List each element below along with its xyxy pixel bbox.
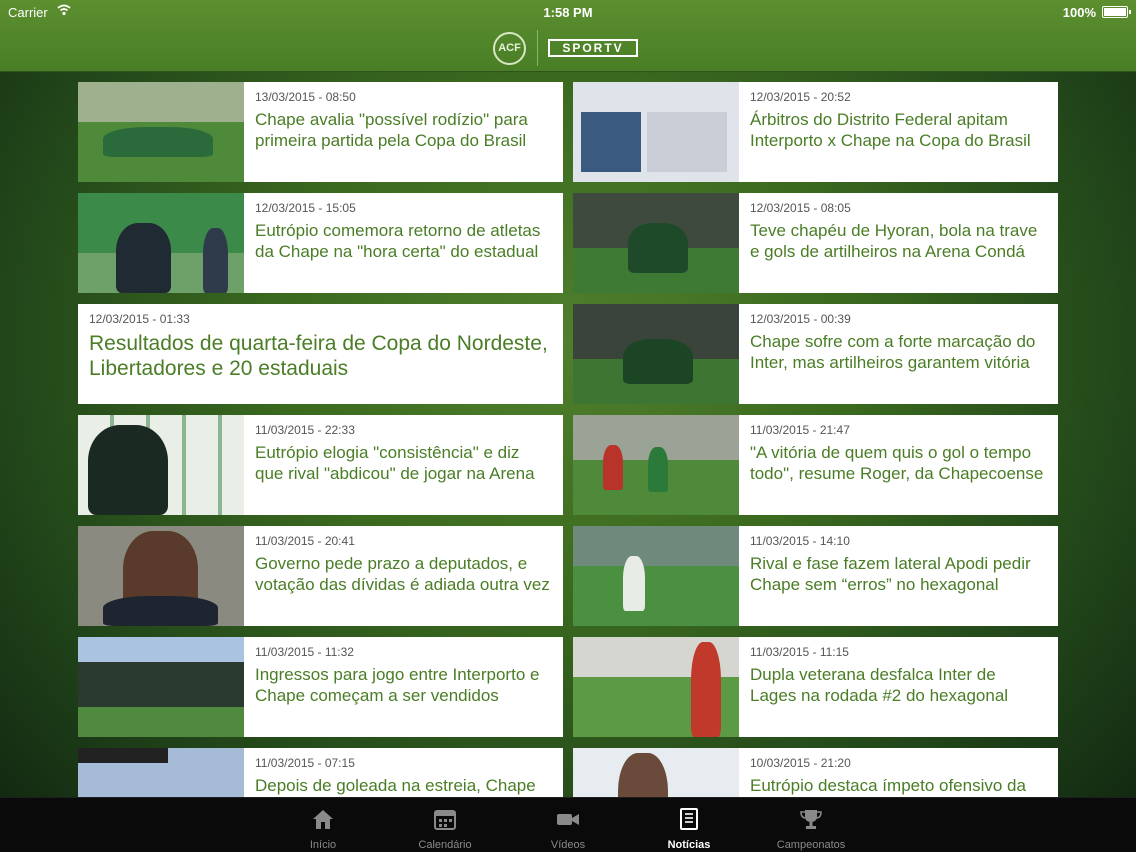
news-title: Eutrópio comemora retorno de atletas da … <box>255 221 541 261</box>
news-thumbnail <box>78 526 244 626</box>
tab-noticias[interactable]: Notícias <box>639 798 739 852</box>
tab-inicio[interactable]: Início <box>273 798 373 852</box>
news-title: Resultados de quarta-feira de Copa do No… <box>89 332 548 380</box>
news-date: 13/03/2015 - 08:50 <box>255 90 356 104</box>
tab-label: Início <box>309 839 337 851</box>
news-title: Teve chapéu de Hyoran, bola na trave e g… <box>750 221 1038 261</box>
news-title: Rival e fase fazem lateral Apodi pedir C… <box>750 554 1031 594</box>
news-thumbnail <box>573 193 739 293</box>
news-title: Chape sofre com a forte marcação do Inte… <box>750 332 1036 372</box>
news-title: Ingressos para jogo entre Interporto e C… <box>255 665 540 705</box>
news-card[interactable]: 11/03/2015 - 22:33 Eutrópio elogia "cons… <box>78 415 563 515</box>
news-title: Chape avalia "possível rodízio" para pri… <box>255 110 528 150</box>
news-card[interactable]: 11/03/2015 - 14:10 Rival e fase fazem la… <box>573 526 1058 626</box>
news-card[interactable]: 12/03/2015 - 15:05 Eutrópio comemora ret… <box>78 193 563 293</box>
header-divider <box>537 30 538 66</box>
news-card[interactable]: 13/03/2015 - 08:50 Chape avalia "possíve… <box>78 82 563 182</box>
news-thumbnail <box>573 637 739 737</box>
news-date: 12/03/2015 - 15:05 <box>255 201 356 215</box>
news-title: Dupla veterana desfalca Inter de Lages n… <box>750 665 1009 705</box>
news-thumbnail <box>573 526 739 626</box>
news-title: Governo pede prazo a deputados, e votaçã… <box>255 554 550 594</box>
news-card[interactable]: 11/03/2015 - 11:15 Dupla veterana desfal… <box>573 637 1058 737</box>
tab-label: Vídeos <box>550 839 586 851</box>
news-card[interactable]: 11/03/2015 - 11:32 Ingressos para jogo e… <box>78 637 563 737</box>
news-thumbnail <box>78 193 244 293</box>
news-date: 12/03/2015 - 01:33 <box>89 312 190 326</box>
tab-label: Calendário <box>418 839 472 851</box>
tab-videos[interactable]: Vídeos <box>518 798 618 852</box>
news-date: 11/03/2015 - 20:41 <box>255 534 355 548</box>
news-date: 11/03/2015 - 11:15 <box>750 645 849 659</box>
news-list[interactable]: 13/03/2015 - 08:50 Chape avalia "possíve… <box>78 82 1058 797</box>
news-date: 11/03/2015 - 22:33 <box>255 423 355 437</box>
news-document-icon <box>680 808 698 830</box>
news-thumbnail <box>78 748 244 797</box>
news-thumbnail <box>78 415 244 515</box>
app-header: Carrier 1:58 PM 100% ACF SPORTV <box>0 0 1136 72</box>
news-card[interactable]: 12/03/2015 - 00:39 Chape sofre com a for… <box>573 304 1058 404</box>
battery-icon <box>1102 6 1131 18</box>
news-date: 11/03/2015 - 14:10 <box>750 534 850 548</box>
calendar-icon <box>434 810 456 830</box>
news-card[interactable]: 11/03/2015 - 07:15 Depois de goleada na … <box>78 748 563 797</box>
news-card[interactable]: 12/03/2015 - 01:33 Resultados de quarta-… <box>78 304 563 404</box>
home-icon <box>313 810 333 829</box>
news-date: 11/03/2015 - 07:15 <box>255 756 355 770</box>
news-thumbnail <box>78 637 244 737</box>
news-title: Eutrópio elogia "consistência" e diz que… <box>255 443 535 483</box>
clock: 1:58 PM <box>543 5 593 20</box>
club-logo: ACF <box>493 32 526 65</box>
status-bar: Carrier 1:58 PM 100% <box>0 0 1136 24</box>
news-date: 12/03/2015 - 08:05 <box>750 201 851 215</box>
news-card[interactable]: 12/03/2015 - 08:05 Teve chapéu de Hyoran… <box>573 193 1058 293</box>
news-card[interactable]: 10/03/2015 - 21:20 Eutrópio destaca ímpe… <box>573 748 1058 797</box>
tab-label: Campeonatos <box>776 839 846 851</box>
news-thumbnail <box>78 82 244 182</box>
news-thumbnail <box>573 415 739 515</box>
tab-campeonatos[interactable]: Campeonatos <box>761 798 861 852</box>
news-date: 12/03/2015 - 20:52 <box>750 90 851 104</box>
news-title: Eutrópio destaca ímpeto ofensivo da <box>750 776 1026 795</box>
news-date: 11/03/2015 - 21:47 <box>750 423 850 437</box>
news-card[interactable]: 11/03/2015 - 20:41 Governo pede prazo a … <box>78 526 563 626</box>
news-card[interactable]: 11/03/2015 - 21:47 "A vitória de quem qu… <box>573 415 1058 515</box>
battery-percent: 100% <box>1062 5 1096 20</box>
news-thumbnail <box>573 748 739 797</box>
trophy-icon <box>800 810 822 829</box>
news-thumbnail <box>573 304 739 404</box>
news-title: "A vitória de quem quis o gol o tempo to… <box>750 443 1044 483</box>
news-date: 11/03/2015 - 11:32 <box>255 645 354 659</box>
video-camera-icon <box>557 814 579 825</box>
news-date: 12/03/2015 - 00:39 <box>750 312 851 326</box>
news-title: Árbitros do Distrito Federal apitam Inte… <box>750 110 1031 150</box>
news-card[interactable]: 12/03/2015 - 20:52 Árbitros do Distrito … <box>573 82 1058 182</box>
news-title: Depois de goleada na estreia, Chape <box>255 776 536 795</box>
tab-bar: Início Calendário Vídeos Notícias Campeo… <box>0 797 1136 852</box>
news-date: 10/03/2015 - 21:20 <box>750 756 851 770</box>
sportv-logo: SPORTV <box>548 39 638 57</box>
tab-label: Notícias <box>667 839 711 851</box>
news-thumbnail <box>573 82 739 182</box>
tab-calendario[interactable]: Calendário <box>395 798 495 852</box>
